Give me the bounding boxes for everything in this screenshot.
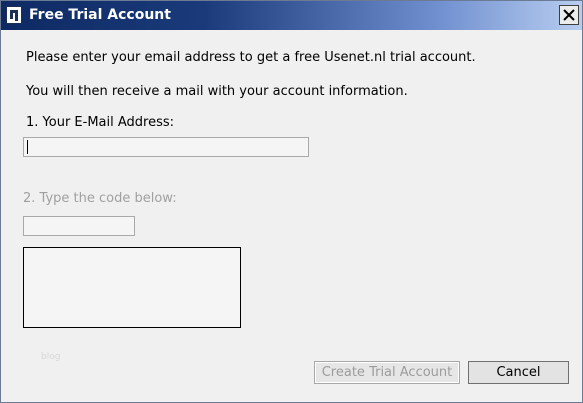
create-trial-account-button[interactable]: Create Trial Account xyxy=(314,361,460,384)
blog-link[interactable]: blog xyxy=(41,352,60,362)
email-field[interactable] xyxy=(24,140,308,158)
window-title: Free Trial Account xyxy=(29,7,171,23)
code-field-frame xyxy=(23,216,135,237)
captcha-image-box xyxy=(23,247,241,328)
free-trial-dialog: Free Trial Account Please enter your ema… xyxy=(0,0,583,403)
intro-line-2: You will then receive a mail with your a… xyxy=(26,84,408,99)
text-caret xyxy=(27,140,28,154)
code-label: 2. Type the code below: xyxy=(23,191,177,206)
email-field-frame xyxy=(23,137,309,158)
email-label: 1. Your E-Mail Address: xyxy=(26,115,175,130)
cancel-button[interactable]: Cancel xyxy=(468,361,569,384)
usenet-logo-icon xyxy=(6,6,22,24)
close-icon xyxy=(563,9,575,21)
intro-line-1: Please enter your email address to get a… xyxy=(26,50,476,65)
close-button[interactable] xyxy=(559,5,579,25)
captcha-code-field[interactable] xyxy=(24,219,134,237)
title-bar[interactable]: Free Trial Account xyxy=(1,1,582,30)
